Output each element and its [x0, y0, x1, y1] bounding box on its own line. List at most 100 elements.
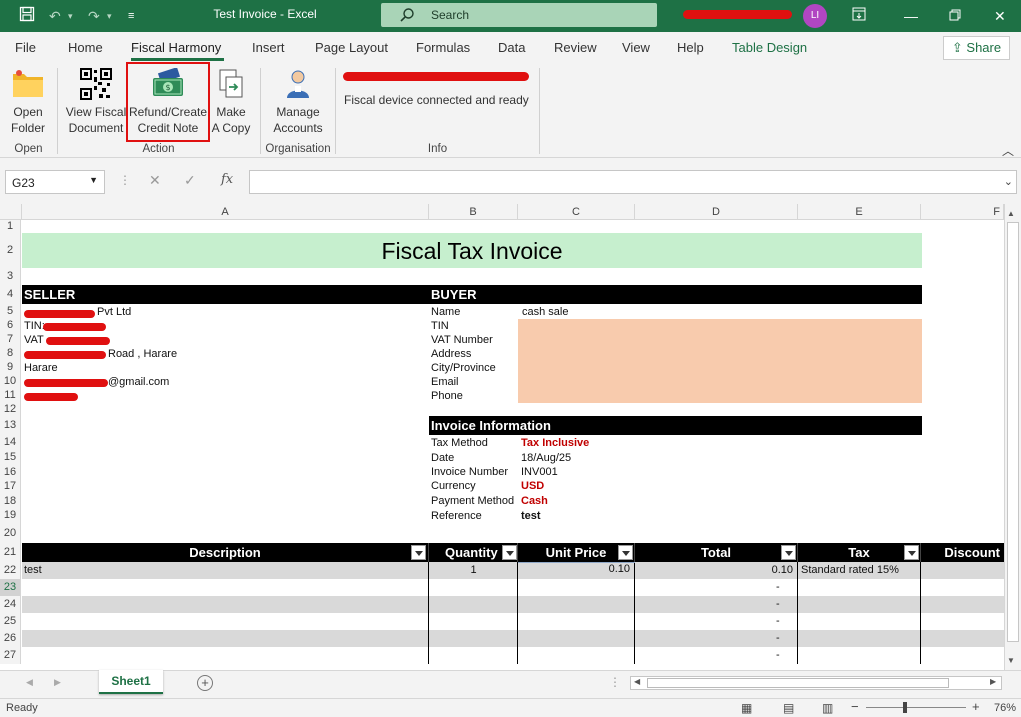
row-header[interactable]: 17	[0, 479, 21, 494]
row-header[interactable]: 5	[0, 304, 21, 318]
row-header[interactable]: 19	[0, 508, 21, 523]
scroll-up-icon[interactable]: ▲	[1007, 209, 1015, 218]
add-sheet-icon[interactable]: +	[197, 675, 213, 691]
total-cell[interactable]: -	[776, 649, 780, 661]
zoom-out-icon[interactable]: −	[851, 699, 859, 714]
page-layout-view-icon[interactable]: ▤	[783, 701, 794, 715]
zoom-level[interactable]: 76%	[994, 702, 1016, 714]
row-header[interactable]: 23	[0, 579, 21, 596]
row-header[interactable]: 6	[0, 318, 21, 332]
line-quantity-cell[interactable]: 1	[429, 564, 518, 576]
search-input[interactable]: Search	[381, 3, 657, 27]
row-header[interactable]: 13	[0, 416, 21, 435]
column-header-a[interactable]: A	[22, 204, 429, 220]
tab-table-design[interactable]: Table Design	[732, 40, 807, 55]
prev-sheet-icon[interactable]: ◀	[26, 677, 33, 688]
column-header-e[interactable]: E	[798, 204, 921, 220]
row-header[interactable]: 25	[0, 613, 21, 630]
scrollbar-thumb[interactable]	[1007, 222, 1019, 642]
insert-function-icon[interactable]: fx	[221, 172, 233, 187]
line-total-cell[interactable]: 0.10	[635, 564, 793, 576]
column-header-c[interactable]: C	[518, 204, 635, 220]
vertical-scrollbar[interactable]: ▲ ▼	[1004, 204, 1021, 670]
row-header[interactable]: 21	[0, 543, 21, 562]
row-header[interactable]: 12	[0, 402, 21, 416]
zoom-slider-track[interactable]	[866, 707, 966, 708]
row-header[interactable]: 11	[0, 388, 21, 402]
next-sheet-icon[interactable]: ▶	[54, 677, 61, 688]
collapse-ribbon-icon[interactable]: ︿	[1002, 142, 1014, 159]
line-description-cell[interactable]: test	[24, 564, 42, 576]
row-header[interactable]: 15	[0, 450, 21, 465]
row-header[interactable]: 9	[0, 360, 21, 374]
row-header[interactable]: 7	[0, 332, 21, 346]
open-folder-button[interactable]: Open Folder	[3, 68, 53, 136]
row-header[interactable]: 14	[0, 435, 21, 450]
row-header[interactable]: 26	[0, 630, 21, 647]
filter-dropdown-quantity[interactable]	[502, 545, 517, 560]
scroll-right-icon[interactable]: ▶	[990, 677, 996, 686]
tab-data[interactable]: Data	[498, 40, 525, 55]
tab-review[interactable]: Review	[554, 40, 597, 55]
scroll-left-icon[interactable]: ◀	[634, 677, 640, 686]
row-header[interactable]: 1	[0, 220, 21, 233]
select-all-corner[interactable]	[0, 204, 22, 220]
row-header[interactable]: 20	[0, 523, 21, 543]
name-box[interactable]: G23 ▼	[5, 170, 105, 194]
normal-view-icon[interactable]: ▦	[741, 701, 752, 715]
row-header[interactable]: 22	[0, 562, 21, 579]
column-header-f[interactable]: F	[921, 204, 1004, 220]
total-cell[interactable]: -	[776, 598, 780, 610]
formula-input[interactable]: ⌄	[249, 170, 1017, 194]
line-tax-cell[interactable]: Standard rated 15%	[801, 564, 899, 576]
zoom-in-icon[interactable]: +	[972, 699, 980, 714]
row-header[interactable]: 16	[0, 465, 21, 479]
view-fiscal-document-button[interactable]: View Fiscal Document	[64, 68, 128, 136]
invoice-info-value[interactable]: test	[521, 510, 541, 522]
total-cell[interactable]: -	[776, 615, 780, 627]
buyer-name-value[interactable]: cash sale	[522, 306, 568, 318]
minimize-icon[interactable]: —	[904, 6, 918, 26]
tab-formulas[interactable]: Formulas	[416, 40, 470, 55]
enter-formula-icon[interactable]: ✓	[184, 172, 196, 189]
row-header[interactable]: 2	[0, 233, 21, 268]
avatar[interactable]: LI	[803, 4, 827, 28]
page-break-preview-icon[interactable]: ▥	[822, 701, 833, 715]
tab-home[interactable]: Home	[68, 40, 103, 55]
horizontal-scrollbar[interactable]: ◀ ▶	[630, 676, 1002, 690]
invoice-info-value[interactable]: USD	[521, 480, 544, 492]
invoice-info-value[interactable]: 18/Aug/25	[521, 452, 571, 464]
column-header-b[interactable]: B	[429, 204, 518, 220]
row-header[interactable]: 3	[0, 268, 21, 285]
manage-accounts-button[interactable]: Manage Accounts	[266, 68, 330, 136]
sheet-tab-sheet1[interactable]: Sheet1	[99, 670, 163, 694]
tab-insert[interactable]: Insert	[252, 40, 285, 55]
tab-splitter-icon[interactable]: ⋮	[609, 675, 621, 689]
total-cell[interactable]: -	[776, 581, 780, 593]
row-header[interactable]: 24	[0, 596, 21, 613]
tab-help[interactable]: Help	[677, 40, 704, 55]
restore-icon[interactable]	[949, 6, 961, 26]
row-header[interactable]: 18	[0, 494, 21, 508]
filter-dropdown-total[interactable]	[781, 545, 796, 560]
hscroll-thumb[interactable]	[647, 678, 949, 688]
total-cell[interactable]: -	[776, 632, 780, 644]
column-header-d[interactable]: D	[635, 204, 798, 220]
tab-view[interactable]: View	[622, 40, 650, 55]
invoice-info-value[interactable]: Tax Inclusive	[521, 437, 589, 449]
row-header[interactable]: 4	[0, 285, 21, 304]
row-header[interactable]: 10	[0, 374, 21, 388]
close-icon[interactable]: ✕	[994, 6, 1006, 26]
invoice-info-value[interactable]: Cash	[521, 495, 548, 507]
make-copy-button[interactable]: Make A Copy	[208, 68, 254, 136]
tab-page-layout[interactable]: Page Layout	[315, 40, 388, 55]
share-button[interactable]: ⇪ Share	[943, 36, 1010, 60]
row-header[interactable]: 8	[0, 346, 21, 360]
filter-dropdown-tax[interactable]	[904, 545, 919, 560]
filter-dropdown-description[interactable]	[411, 545, 426, 560]
ribbon-display-options-icon[interactable]	[852, 6, 866, 26]
row-header[interactable]: 27	[0, 647, 21, 664]
zoom-slider-thumb[interactable]	[903, 702, 907, 713]
invoice-info-value[interactable]: INV001	[521, 466, 558, 478]
tab-fiscal-harmony[interactable]: Fiscal Harmony	[131, 40, 221, 55]
